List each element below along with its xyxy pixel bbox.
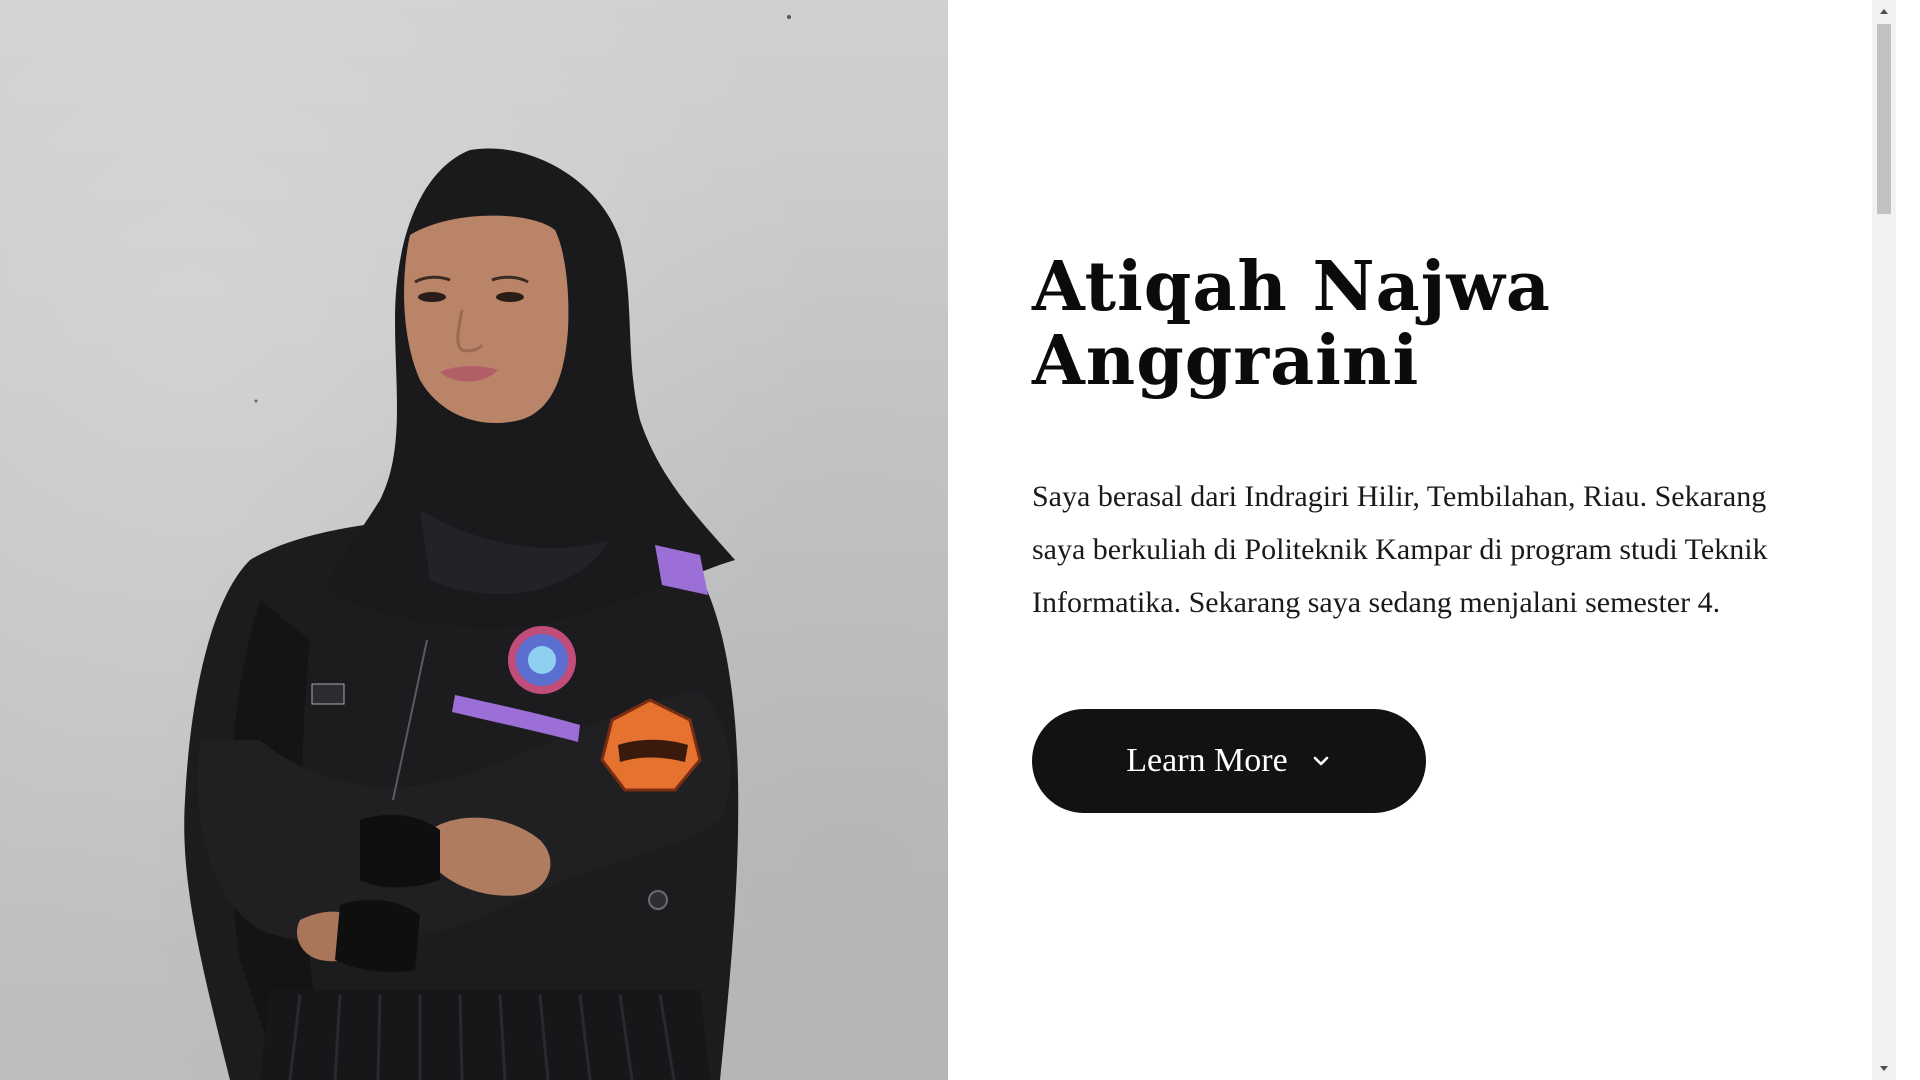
portrait-illustration — [184, 15, 791, 1080]
page: Atiqah Najwa Anggraini Saya berasal dari… — [0, 0, 1920, 1080]
scroll-down-arrow-icon[interactable] — [1872, 1058, 1896, 1080]
profile-bio: Saya berasal dari Indragiri Hilir, Tembi… — [1032, 480, 1768, 619]
learn-more-button[interactable]: Learn More — [1032, 709, 1426, 813]
scrollbar-thumb[interactable] — [1877, 24, 1891, 214]
intro-section: Atiqah Najwa Anggraini Saya berasal dari… — [948, 0, 1896, 1080]
intro-content: Atiqah Najwa Anggraini Saya berasal dari… — [1032, 250, 1812, 813]
vertical-scrollbar[interactable] — [1872, 0, 1896, 1080]
scroll-up-arrow-icon[interactable] — [1872, 0, 1896, 22]
profile-name: Atiqah Najwa Anggraini — [1032, 247, 1551, 401]
profile-photo — [0, 0, 948, 1080]
learn-more-label: Learn More — [1126, 742, 1288, 779]
chevron-down-icon — [1313, 756, 1329, 766]
